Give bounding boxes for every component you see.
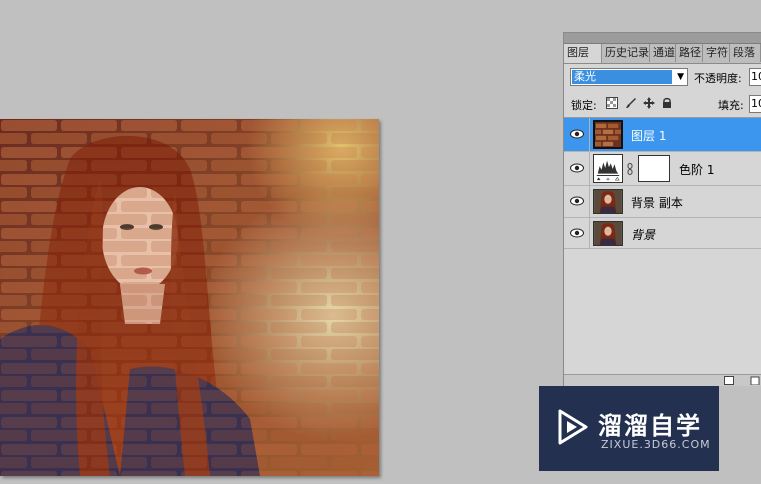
tab-channels[interactable]: 通道 [650,44,676,62]
watermark-logo: 溜溜自学 ZIXUE.3D66.COM [539,386,719,471]
lock-all-icon[interactable] [661,97,673,109]
layer-thumbnail [593,221,623,246]
blend-mode-select[interactable]: 柔光 ▼ [570,68,688,86]
watermark-subtitle: ZIXUE.3D66.COM [601,438,711,451]
layer-name: 背景 [631,228,656,242]
opacity-input[interactable]: 100% [749,68,761,86]
layer-mask-thumbnail[interactable] [638,155,670,182]
tab-paragraph[interactable]: 段落 [730,44,761,62]
divider [589,218,590,248]
lock-label: 锁定: [571,99,597,112]
divider [589,186,590,217]
tab-character[interactable]: 字符 [703,44,730,62]
layer-row-background-copy[interactable]: 背景 副本 [564,186,761,218]
eye-icon[interactable] [570,228,584,238]
panel-titlebar[interactable] [564,33,761,44]
panel-tabs: 图层 历史记录 通道 路径 字符 段落 [564,44,761,64]
tab-history[interactable]: 历史记录 [602,44,650,62]
layer-row-background[interactable]: 背景 [564,218,761,249]
layer-name: 图层 1 [631,129,667,143]
delete-layer-icon[interactable] [750,376,760,385]
fill-label: 填充: [718,99,744,112]
layer-thumbnail [593,189,623,214]
lock-row: 锁定: 填充: 100% [564,93,761,115]
divider [589,152,590,185]
lock-position-move-icon[interactable] [643,97,655,109]
layers-list: 图层 1 色阶 1 背景 副本 背景 [564,117,761,249]
chevron-down-icon: ▼ [677,72,684,82]
divider [589,118,590,151]
fill-input[interactable]: 100% [749,95,761,113]
eye-icon[interactable] [570,196,584,206]
lock-transparency-icon[interactable] [606,97,618,109]
layer-name: 色阶 1 [679,163,715,177]
document-canvas[interactable] [0,119,379,476]
levels-adjustment-icon [593,154,623,183]
play-logo-icon [558,409,588,445]
layer-row-levels1[interactable]: 色阶 1 [564,152,761,186]
opacity-label: 不透明度: [694,72,742,85]
watermark-title: 溜溜自学 [598,412,702,440]
blend-mode-value: 柔光 [572,70,672,84]
new-layer-icon[interactable] [724,376,734,385]
layer-thumbnail [593,120,623,149]
lock-pixels-brush-icon[interactable] [625,97,637,109]
layer-row-layer1[interactable]: 图层 1 [564,118,761,152]
panel-bottom-toolbar [564,374,761,386]
tab-paths[interactable]: 路径 [676,44,703,62]
layer-name: 背景 副本 [631,196,683,210]
canvas-image [0,119,379,476]
blend-row: 柔光 ▼ 不透明度: 100% [564,66,761,88]
link-chain-icon[interactable] [627,163,633,175]
tab-layers[interactable]: 图层 [564,44,602,63]
eye-icon[interactable] [570,163,584,173]
layers-panel: 图层 历史记录 通道 路径 字符 段落 柔光 ▼ 不透明度: 100% 锁定: [563,32,761,386]
eye-icon[interactable] [570,129,584,139]
